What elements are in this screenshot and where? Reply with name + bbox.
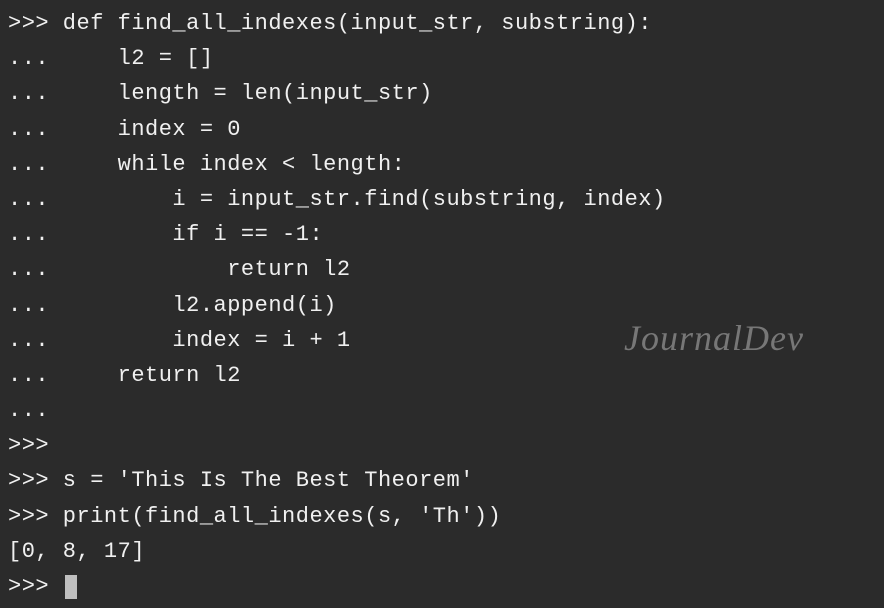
code-line: ... l2.append(i)	[8, 288, 876, 323]
code-line: ... length = len(input_str)	[8, 76, 876, 111]
code-line: >>>	[8, 428, 876, 463]
code-line: >>> def find_all_indexes(input_str, subs…	[8, 6, 876, 41]
terminal-output[interactable]: >>> def find_all_indexes(input_str, subs…	[8, 6, 876, 604]
code-line: >>> print(find_all_indexes(s, 'Th'))	[8, 499, 876, 534]
code-line: ... i = input_str.find(substring, index)	[8, 182, 876, 217]
code-line: ... while index < length:	[8, 147, 876, 182]
code-line: ... return l2	[8, 252, 876, 287]
code-line: ... return l2	[8, 358, 876, 393]
code-line: >>> s = 'This Is The Best Theorem'	[8, 463, 876, 498]
prompt-text: >>>	[8, 574, 63, 599]
code-line: ... l2 = []	[8, 41, 876, 76]
code-line: ... if i == -1:	[8, 217, 876, 252]
output-line: [0, 8, 17]	[8, 534, 876, 569]
code-line: ... index = 0	[8, 112, 876, 147]
cursor-block	[65, 575, 77, 599]
prompt-line[interactable]: >>>	[8, 569, 876, 604]
code-line: ... index = i + 1	[8, 323, 876, 358]
code-line: ...	[8, 393, 876, 428]
